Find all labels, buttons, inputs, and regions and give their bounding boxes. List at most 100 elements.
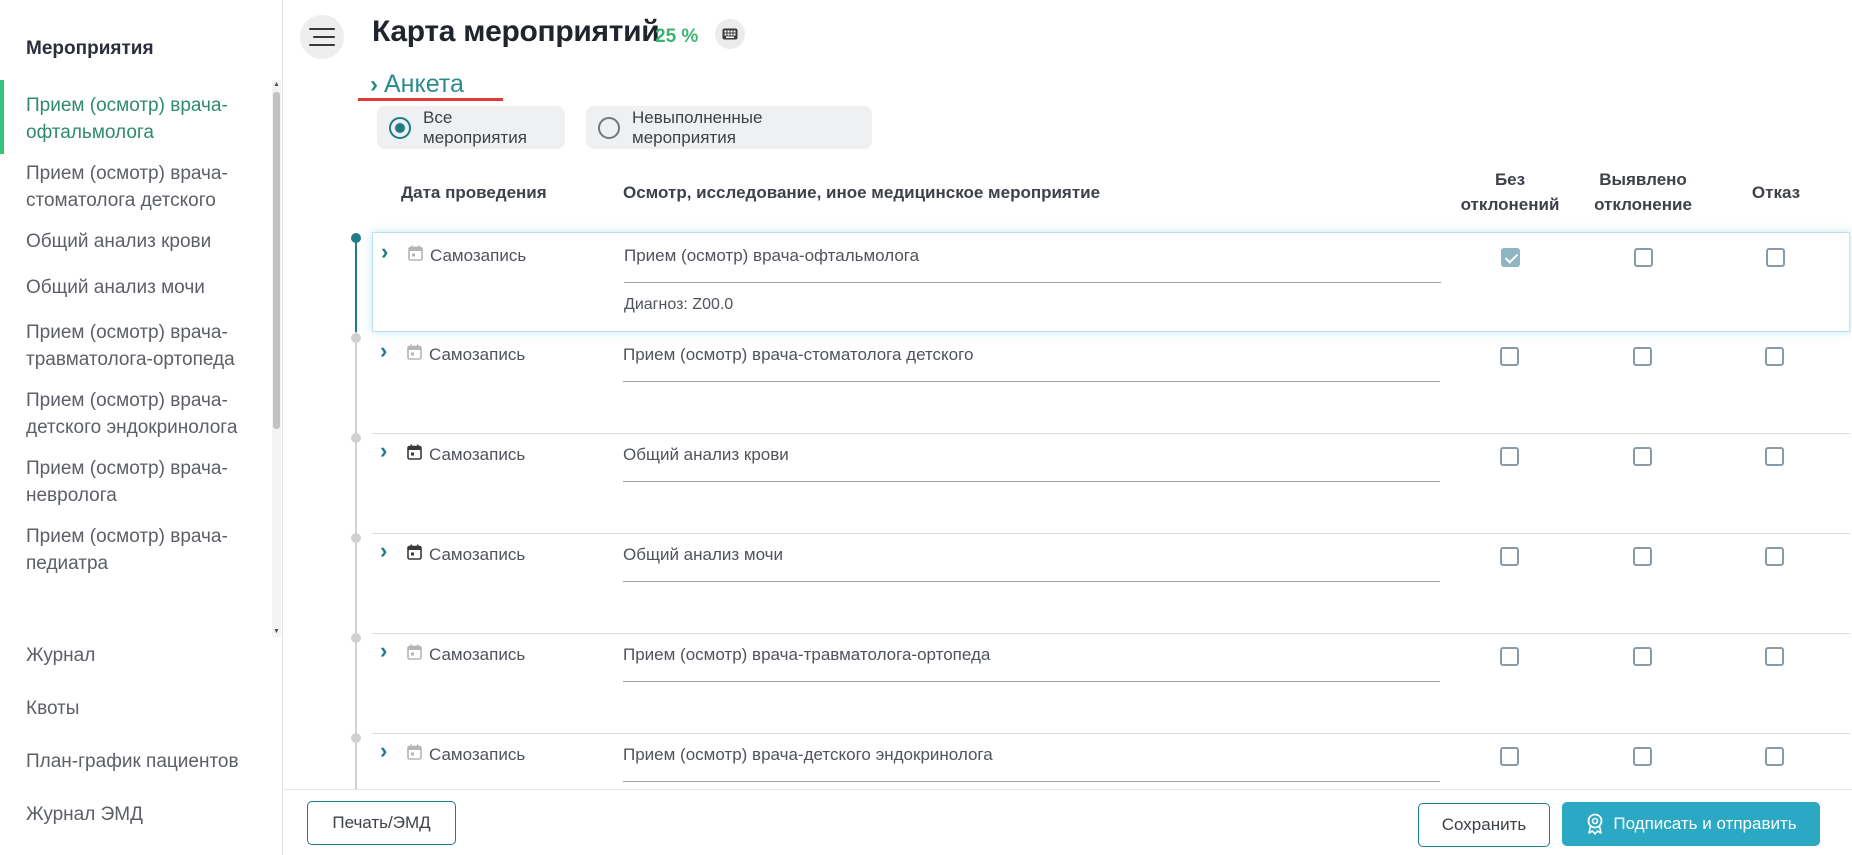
chevron-right-icon[interactable]: › [381,239,388,265]
sidebar-link-journal[interactable]: Журнал [26,645,95,667]
sidebar-item-endocrinologist[interactable]: Прием (осмотр) врача-детского эндокринол… [26,387,251,441]
table-row[interactable]: › Самозапись Прием (осмотр) врача-офтальмо… [372,232,1850,332]
checkbox-refusal[interactable] [1766,248,1785,267]
page-title: Карта мероприятий [372,15,660,48]
menu-toggle-button[interactable] [300,15,344,59]
checkbox-no-deviation[interactable] [1500,347,1519,366]
save-button[interactable]: Сохранить [1418,803,1550,847]
sidebar-link-quotas[interactable]: Квоты [26,698,79,720]
sidebar-event-list: Прием (осмотр) врача-офтальмолога Прием … [0,80,283,637]
table-row[interactable]: › Самозапись Общий анализ мочи [372,532,1850,632]
chevron-right-icon[interactable]: › [380,738,387,764]
print-emd-button[interactable]: Печать/ЭМД [307,801,456,845]
row-event-underline [624,282,1441,283]
sidebar-link-emd-journal[interactable]: Журнал ЭМД [26,804,143,826]
row-event-name: Прием (осмотр) врача-стоматолога детског… [623,345,974,364]
table-row[interactable]: › Самозапись Общий анализ крови [372,432,1850,532]
footer-bar: Печать/ЭМД Сохранить Подписать и отправи… [284,789,1852,855]
row-date: Самозапись [430,246,527,265]
column-header-date: Дата проведения [401,183,547,202]
checkbox-no-deviation[interactable] [1500,547,1519,566]
sidebar-item-neurologist[interactable]: Прием (осмотр) врача-невролога [26,455,251,509]
keyboard-icon [722,28,738,40]
radio-unselected-icon[interactable] [598,116,620,139]
chevron-right-icon[interactable]: › [380,538,387,564]
signature-badge-icon [1587,813,1603,835]
keyboard-button[interactable] [715,19,745,49]
checkbox-refusal[interactable] [1765,547,1784,566]
row-event-name: Прием (осмотр) врача-офтальмолога [624,246,920,265]
column-header-event: Осмотр, исследование, иное медицинское м… [623,183,1101,202]
row-date: Самозапись [429,445,526,464]
calendar-icon[interactable] [407,744,422,760]
checkbox-deviation[interactable] [1633,747,1652,766]
row-date: Самозапись [429,545,526,564]
chevron-right-icon[interactable]: › [380,638,387,664]
checkbox-refusal[interactable] [1765,647,1784,666]
sidebar-active-indicator [0,80,4,154]
row-event-name: Прием (осмотр) врача-детского эндокринол… [623,745,993,764]
radio-selected-icon[interactable] [389,116,411,139]
timeline-dot [351,433,361,443]
calendar-icon[interactable] [407,644,422,660]
checkbox-deviation[interactable] [1633,647,1652,666]
chevron-right-icon[interactable]: › [380,338,387,364]
checkbox-no-deviation[interactable] [1500,447,1519,466]
row-date: Самозапись [429,745,526,764]
calendar-icon[interactable] [407,444,422,460]
sidebar-item-pediatrician[interactable]: Прием (осмотр) врача-педиатра [26,523,251,577]
questionnaire-section-toggle[interactable]: › Анкета [370,70,464,99]
sidebar-item-urine-test[interactable]: Общий анализ мочи [26,274,251,301]
row-date: Самозапись [429,345,526,364]
row-event-name: Общий анализ мочи [623,545,784,564]
checkbox-refusal[interactable] [1765,447,1784,466]
hamburger-icon [309,28,335,30]
row-event-underline [623,581,1440,582]
filter-all-label: Все мероприятия [423,107,527,147]
row-event-name: Прием (осмотр) врача-травматолога-ортопе… [623,645,991,664]
checkbox-deviation[interactable] [1633,447,1652,466]
sidebar: Мероприятия Прием (осмотр) врача-офтальм… [0,0,283,855]
row-event-underline [623,481,1440,482]
scroll-down-icon[interactable]: ▼ [272,627,281,637]
row-event-underline [623,381,1440,382]
row-diagnosis: Диагноз: Z00.0 [624,296,734,313]
filter-all-events[interactable]: Все мероприятия [377,106,565,149]
checkbox-no-deviation[interactable] [1500,747,1519,766]
sidebar-scrollbar[interactable]: ▲ ▼ [272,80,281,637]
calendar-icon[interactable] [407,344,422,360]
checkbox-deviation[interactable] [1634,248,1653,267]
timeline-progress [355,238,357,332]
checkbox-no-deviation[interactable] [1500,647,1519,666]
sign-and-send-button[interactable]: Подписать и отправить [1562,802,1820,846]
checkbox-deviation[interactable] [1633,547,1652,566]
checkbox-no-deviation[interactable] [1501,248,1520,267]
sidebar-item-dentist[interactable]: Прием (осмотр) врача-стоматолога детског… [26,160,251,214]
sidebar-item-orthopedist[interactable]: Прием (осмотр) врача-травматолога-ортопе… [26,319,251,373]
timeline-dot [351,533,361,543]
timeline-dot [351,633,361,643]
row-date: Самозапись [429,645,526,664]
sidebar-title: Мероприятия [26,38,154,59]
row-event-underline [623,781,1440,782]
sidebar-item-ophthalmologist[interactable]: Прием (осмотр) врача-офтальмолога [26,92,251,146]
chevron-right-icon[interactable]: › [380,438,387,464]
timeline-dot [351,233,361,243]
row-event-name: Общий анализ крови [623,445,789,464]
filter-pending-events[interactable]: Невыполненные мероприятия [586,106,872,149]
chevron-right-icon: › [370,70,378,98]
timeline-dot [351,333,361,343]
calendar-icon[interactable] [407,544,422,560]
sidebar-item-blood-test[interactable]: Общий анализ крови [26,228,251,255]
checkbox-refusal[interactable] [1765,747,1784,766]
questionnaire-label: Анкета [384,70,464,98]
checkbox-refusal[interactable] [1765,347,1784,366]
checkbox-deviation[interactable] [1633,347,1652,366]
scrollbar-thumb[interactable] [273,92,280,429]
sidebar-link-schedule[interactable]: План-график пациентов [26,751,239,773]
table-row[interactable]: › Самозапись Прием (осмотр) врача-стоматол… [372,332,1850,432]
calendar-icon[interactable] [408,245,423,261]
column-header-no-deviation: Без отклонений [1460,170,1560,214]
table-row[interactable]: › Самозапись Прием (осмотр) врача-травмато… [372,632,1850,732]
scroll-up-icon[interactable]: ▲ [272,80,281,90]
